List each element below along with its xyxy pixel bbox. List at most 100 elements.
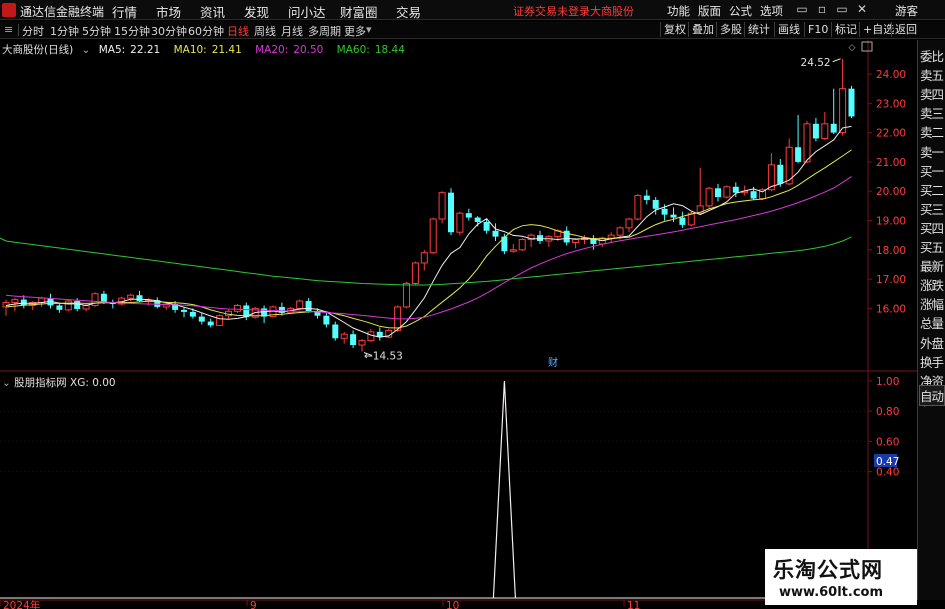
price-axis-label: 23.00	[876, 98, 906, 110]
candle-body-down	[100, 293, 107, 303]
menu-assistant[interactable]: 问小达	[288, 2, 326, 21]
ma20-legend: MA20: 20.50	[255, 44, 324, 56]
side-panel-item[interactable]: 卖五	[920, 65, 945, 84]
indicator-axis-label: 0.40	[876, 467, 899, 479]
side-panel-item[interactable]: 总量	[920, 313, 945, 332]
menu-trade[interactable]: 交易	[396, 2, 421, 21]
side-panel-item[interactable]: 涨幅	[920, 294, 945, 313]
menu-functions[interactable]: 功能	[667, 3, 690, 19]
candle-body-up	[705, 187, 713, 207]
candle-body-up	[572, 239, 580, 243]
candle-body-up	[607, 234, 615, 239]
time-axis-label: 10	[446, 600, 459, 609]
low-price-label: ←14.53	[364, 350, 403, 362]
ma-line-ma60-ext	[0, 237, 7, 242]
side-panel: 委比卖五卖四卖三卖二卖一买一买二买三买四买五最新涨跌涨幅总量外盘换手净资收益自动	[917, 40, 945, 600]
chart-mode-icon: ◇	[849, 43, 856, 53]
side-panel-item[interactable]: 买五	[920, 237, 945, 256]
period-daily[interactable]: 日线	[227, 23, 249, 39]
period-15min[interactable]: 15分钟	[114, 23, 150, 39]
period-weekly[interactable]: 周线	[254, 23, 276, 39]
kline-chart[interactable]: 24.00 23.00 22.00 21.00 20.00 19.00 18.00 17.00…	[0, 40, 917, 609]
candle-body-up	[616, 227, 624, 236]
chart-resize-icon	[861, 41, 873, 52]
side-panel-item[interactable]: 委比	[920, 46, 945, 65]
period-more[interactable]: 更多	[344, 23, 366, 39]
period-multi[interactable]: 多周期	[308, 23, 341, 39]
candle-body-down	[812, 123, 819, 139]
candle-body-up	[821, 123, 829, 139]
tool-adjust[interactable]: 复权	[660, 22, 689, 37]
watermark-url: www.60lt.com	[779, 585, 884, 600]
side-panel-item[interactable]: 涨跌	[920, 275, 945, 294]
period-intraday[interactable]: 分时	[22, 23, 44, 39]
candle-body-down	[848, 88, 855, 117]
ma-line-ma60	[5, 236, 852, 286]
side-panel-item[interactable]: 买二	[920, 180, 945, 199]
side-panel-item[interactable]: 买四	[920, 218, 945, 237]
period-menu-icon[interactable]: ≡	[4, 23, 13, 36]
side-panel-item[interactable]: 自动	[919, 385, 945, 406]
candle-body-down	[492, 230, 499, 237]
tool-overlay[interactable]: 叠加	[688, 22, 717, 37]
side-panel-item[interactable]: 外盘	[920, 333, 945, 352]
candle-body-down	[679, 217, 686, 225]
high-marker-arrow	[832, 58, 841, 63]
menu-layout[interactable]: 版面	[698, 3, 721, 19]
legend-toggle-icon[interactable]: ⌄	[82, 44, 91, 56]
legend-toggle-icon[interactable]: ⌄	[2, 377, 11, 389]
candle-body-down	[830, 123, 837, 133]
user-guest[interactable]: 游客	[895, 3, 918, 19]
period-1min[interactable]: 1分钟	[50, 23, 79, 39]
period-60min[interactable]: 60分钟	[188, 23, 224, 39]
tool-mark[interactable]: 标记	[831, 22, 860, 37]
side-panel-item[interactable]: 卖四	[920, 84, 945, 103]
candle-body-down	[332, 324, 339, 339]
tool-multi-stock[interactable]: 多股	[716, 22, 745, 37]
high-price-label: 24.52	[801, 57, 831, 69]
price-axis-label: 22.00	[876, 128, 906, 140]
side-panel-item[interactable]: 卖一	[920, 142, 945, 161]
menu-formula[interactable]: 公式	[729, 3, 752, 19]
tool-f10[interactable]: F10	[804, 22, 831, 37]
side-panel-item[interactable]: 买一	[920, 161, 945, 180]
tool-stats[interactable]: 统计	[744, 22, 773, 37]
chevron-down-icon[interactable]: ▾	[366, 23, 372, 36]
candle-body-down	[777, 164, 784, 184]
minimize-icon[interactable]: ▭	[795, 2, 809, 16]
candle-body-up	[456, 212, 464, 233]
candle-body-up	[127, 294, 135, 299]
price-axis-label: 18.00	[876, 245, 906, 257]
app-title: 通达信金融终端	[20, 5, 105, 19]
stock-name-header: 大商股份	[590, 5, 634, 18]
side-panel-item[interactable]: 最新	[920, 256, 945, 275]
candle-body-down	[732, 186, 739, 193]
restore-icon[interactable]: ▫	[815, 2, 829, 16]
menu-news[interactable]: 资讯	[200, 2, 225, 21]
close-icon[interactable]: ✕	[855, 2, 869, 16]
side-panel-item[interactable]: 卖二	[920, 122, 945, 141]
menu-discover[interactable]: 发现	[244, 2, 269, 21]
side-panel-item[interactable]: 买三	[920, 199, 945, 218]
menu-quotes[interactable]: 行情	[112, 2, 137, 21]
side-panel-item[interactable]: 卖三	[920, 103, 945, 122]
candle-body-down	[501, 236, 508, 252]
candle-body-down	[448, 192, 454, 233]
side-panel-item[interactable]: 换手	[920, 352, 945, 371]
candle-body-up	[367, 331, 375, 342]
period-monthly[interactable]: 月线	[281, 23, 303, 39]
price-axis-label: 17.00	[876, 274, 906, 286]
window-restore-icon[interactable]: ▭	[835, 2, 849, 16]
menu-wealth-circle[interactable]: 财富圈	[340, 2, 378, 21]
menu-options[interactable]: 选项	[760, 3, 783, 19]
menu-market[interactable]: 市场	[156, 2, 181, 21]
candle-body-down	[189, 311, 196, 317]
tool-draw[interactable]: 画线	[774, 22, 803, 37]
candle-body-down	[305, 301, 312, 312]
period-5min[interactable]: 5分钟	[82, 23, 111, 39]
tool-back[interactable]: 返回	[891, 22, 920, 37]
ma5-legend: MA5: 22.21	[98, 44, 161, 56]
candle-body-up	[438, 192, 446, 220]
period-30min[interactable]: 30分钟	[151, 23, 187, 39]
candle-body-down	[207, 321, 214, 326]
